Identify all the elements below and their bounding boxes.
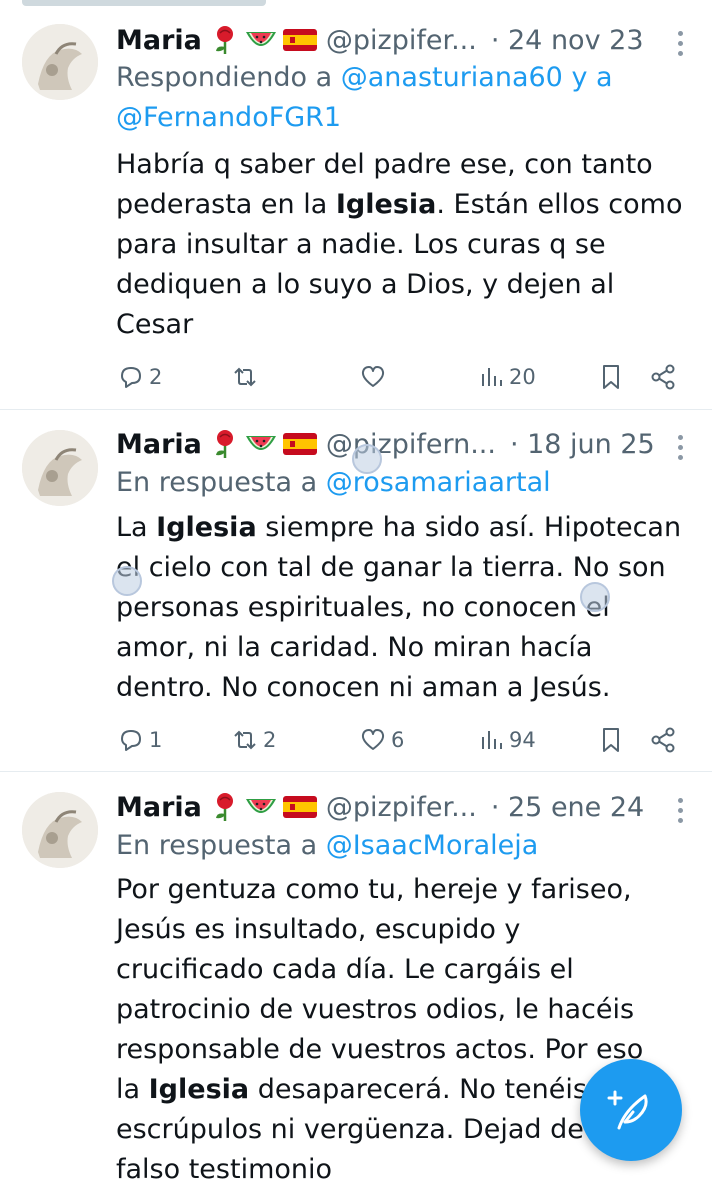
reply-prefix: En respuesta a bbox=[116, 467, 326, 498]
heart-icon bbox=[361, 729, 385, 750]
text-line: Por gentuza como tu, hereje y fariseo, bbox=[116, 874, 632, 905]
compose-feather-icon bbox=[607, 1090, 648, 1130]
tweet[interactable]: Maria @pizpifer... · 24 nov 23 Respondie… bbox=[0, 0, 712, 410]
reply-count: 1 bbox=[149, 728, 163, 752]
tweet[interactable]: Maria @pizpifern... · 18 jun 25 En respu… bbox=[0, 410, 712, 772]
spain-flag-emoji bbox=[282, 433, 317, 455]
text-line: patrocinio de vuestros odios, le hacéis bbox=[116, 994, 635, 1025]
views-button[interactable]: 20 bbox=[476, 357, 536, 397]
rose-emoji bbox=[215, 26, 233, 54]
text-line: amor, ni la caridad. No miran hacía bbox=[116, 632, 593, 663]
reply-count: 2 bbox=[149, 365, 163, 389]
name-emojis bbox=[212, 25, 318, 55]
text-line: pederasta en la Iglesia. Están ellos com… bbox=[116, 189, 683, 220]
retweet-icon bbox=[234, 730, 256, 750]
tweet-date[interactable]: · 25 ene 24 bbox=[491, 792, 644, 823]
watermelon-emoji bbox=[245, 799, 276, 813]
watermelon-emoji bbox=[245, 32, 276, 46]
touch-indicator bbox=[112, 566, 142, 596]
text-line: para insultar a nadie. Los curas q se bbox=[116, 229, 606, 260]
more-options-icon[interactable] bbox=[676, 798, 684, 823]
reply-button[interactable]: 1 bbox=[116, 720, 162, 760]
heart-icon bbox=[361, 366, 385, 387]
compose-tweet-button[interactable] bbox=[580, 1059, 682, 1161]
bookmark-button[interactable] bbox=[596, 357, 626, 397]
text-line: responsable de vuestros actos. Por eso bbox=[116, 1034, 644, 1065]
rose-emoji bbox=[215, 793, 233, 821]
views-chart-icon bbox=[482, 731, 502, 749]
text-line: Habría q saber del padre ese, con tanto bbox=[116, 149, 653, 180]
like-button[interactable]: 6 bbox=[358, 720, 404, 760]
replying-to: Respondiendo a @anasturiana60 y a @Ferna… bbox=[116, 58, 692, 138]
text-line: Cesar bbox=[116, 309, 194, 340]
tweet-actions: 1 2 6 94 bbox=[116, 720, 686, 760]
reply-icon bbox=[121, 367, 141, 388]
more-options-icon[interactable] bbox=[676, 435, 684, 460]
text-line: La Iglesia siempre ha sido así. Hipoteca… bbox=[116, 512, 682, 543]
text-line: falso testimonio bbox=[116, 1154, 333, 1185]
share-button[interactable] bbox=[648, 357, 678, 397]
spain-flag-emoji bbox=[282, 29, 317, 51]
name-emojis bbox=[212, 792, 318, 822]
bookmark-icon bbox=[603, 365, 619, 389]
spain-flag-emoji bbox=[282, 796, 317, 818]
like-button[interactable] bbox=[358, 357, 391, 397]
author-handle[interactable]: @pizpifer... bbox=[326, 25, 477, 56]
mention-link[interactable]: @IsaacMoraleja bbox=[326, 830, 539, 861]
retweet-count: 2 bbox=[263, 728, 277, 752]
mention-link[interactable]: @anasturiana60 bbox=[341, 62, 563, 93]
text-line: crucificado cada día. Le cargáis el bbox=[116, 954, 574, 985]
views-count: 94 bbox=[509, 728, 536, 752]
reply-joiner: y a bbox=[562, 62, 613, 93]
text-line: el cielo con tal de ganar la tierra. No … bbox=[116, 552, 666, 583]
highlighted-keyword: Iglesia bbox=[335, 189, 437, 220]
reply-button[interactable]: 2 bbox=[116, 357, 162, 397]
reply-icon bbox=[121, 730, 141, 751]
touch-indicator bbox=[352, 444, 382, 474]
tweet-date[interactable]: · 24 nov 23 bbox=[491, 25, 644, 56]
share-icon bbox=[651, 364, 675, 390]
author-name[interactable]: Maria bbox=[116, 429, 202, 460]
touch-indicator bbox=[580, 582, 610, 612]
more-options-icon[interactable] bbox=[676, 31, 684, 56]
author-name[interactable]: Maria bbox=[116, 792, 202, 823]
retweet-button[interactable] bbox=[230, 357, 263, 397]
reply-prefix: En respuesta a bbox=[116, 830, 326, 861]
author-name[interactable]: Maria bbox=[116, 25, 202, 56]
rose-emoji bbox=[215, 430, 233, 458]
mention-link[interactable]: @FernandoFGR1 bbox=[116, 102, 341, 133]
views-count: 20 bbox=[509, 365, 536, 389]
watermelon-emoji bbox=[245, 436, 276, 450]
like-count: 6 bbox=[391, 728, 405, 752]
highlighted-keyword: Iglesia bbox=[156, 512, 257, 543]
text-line: dediquen a lo suyo a Dios, y dejen al bbox=[116, 269, 615, 300]
tweet-text: Habría q saber del padre ese, con tanto … bbox=[116, 145, 690, 345]
text-line: dentro. No conocen ni aman a Jesús. bbox=[116, 672, 611, 703]
retweet-button[interactable]: 2 bbox=[230, 720, 276, 760]
text-line: Jesús es insultado, escupido y bbox=[116, 914, 521, 945]
bookmark-button[interactable] bbox=[596, 720, 626, 760]
tweet-actions: 2 20 bbox=[116, 357, 686, 397]
tweet-header: Maria @pizpifer... · 25 ene 24 bbox=[116, 789, 696, 825]
avatar[interactable] bbox=[22, 430, 98, 506]
views-chart-icon bbox=[482, 368, 502, 386]
retweet-icon bbox=[234, 367, 256, 387]
views-button[interactable]: 94 bbox=[476, 720, 536, 760]
tweet-header: Maria @pizpifer... · 24 nov 23 bbox=[116, 22, 696, 58]
name-emojis bbox=[212, 429, 318, 459]
replying-to: En respuesta a @rosamariaartal bbox=[116, 463, 692, 503]
avatar[interactable] bbox=[22, 24, 98, 100]
bookmark-icon bbox=[603, 728, 619, 752]
replying-to: En respuesta a @IsaacMoraleja bbox=[116, 826, 692, 866]
avatar[interactable] bbox=[22, 792, 98, 868]
tweet-header: Maria @pizpifern... · 18 jun 25 bbox=[116, 426, 696, 462]
author-handle[interactable]: @pizpifer... bbox=[326, 792, 477, 823]
tweet-date[interactable]: · 18 jun 25 bbox=[510, 429, 655, 460]
reply-prefix: Respondiendo a bbox=[116, 62, 341, 93]
share-icon bbox=[651, 727, 675, 753]
highlighted-keyword: Iglesia bbox=[148, 1074, 250, 1105]
share-button[interactable] bbox=[648, 720, 678, 760]
